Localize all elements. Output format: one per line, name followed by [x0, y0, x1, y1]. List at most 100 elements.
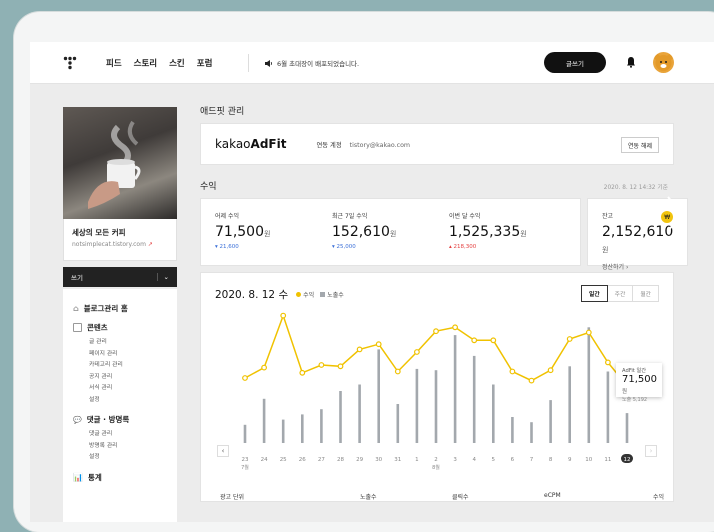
- menu-sub-page[interactable]: 페이지 관리: [73, 349, 167, 361]
- legend-dot-icon: [296, 292, 302, 297]
- menu-sub-content-settings[interactable]: 설정: [73, 395, 167, 407]
- menu-sub-post[interactable]: 글 관리: [73, 337, 167, 349]
- menu-sub-notice[interactable]: 공지 관리: [73, 372, 167, 384]
- revenue-point[interactable]: [261, 364, 267, 371]
- tab-monthly[interactable]: 월간: [632, 285, 659, 302]
- impressions-bar: [453, 335, 457, 443]
- blog-name[interactable]: 세상의 모든 커피: [72, 227, 168, 238]
- impressions-bar: [358, 384, 361, 443]
- revenue-point[interactable]: [318, 362, 325, 368]
- nav-story[interactable]: 스토리: [134, 57, 157, 69]
- tistory-logo[interactable]: [63, 56, 77, 70]
- menu-stats[interactable]: 📊 통계: [73, 472, 167, 483]
- document-icon: [73, 323, 82, 332]
- revenue-point[interactable]: [280, 312, 287, 319]
- bell-icon[interactable]: [626, 56, 636, 68]
- revenue-point[interactable]: [394, 368, 401, 375]
- impressions-bar: [549, 400, 552, 443]
- revenue-point[interactable]: [509, 368, 516, 375]
- x-tick-label: 29: [356, 457, 363, 463]
- menu-sub-comment-settings[interactable]: 설정: [73, 452, 167, 464]
- x-tick-label: 4: [472, 457, 476, 463]
- notice-text: 6월 초대장이 배포되었습니다.: [277, 60, 360, 68]
- notice[interactable]: 6월 초대장이 배포되었습니다.: [265, 58, 359, 68]
- stat-change: ▴ 218,300: [449, 244, 477, 250]
- impressions-bar: [320, 409, 323, 443]
- revenue-point[interactable]: [490, 337, 497, 344]
- menu-content[interactable]: 콘텐츠: [73, 322, 167, 333]
- impressions-bar: [625, 413, 629, 443]
- main-content: 애드핏 관리 kakaoAdFit 연동 계정 tistory@kakao.com…: [200, 104, 689, 502]
- blog-url-text: notsimplecat.tistory.com: [72, 241, 146, 248]
- chart-card: 2020. 8. 12 수 수익 노출수 일간 주간 월간 23 7월 24 25 26…: [200, 272, 674, 502]
- sidebar: 세상의 모든 커피 notsimplecat.tistory.com ↗ 쓰기 …: [63, 107, 179, 522]
- revenue-point[interactable]: [452, 324, 459, 331]
- stat-unit: 원: [520, 230, 527, 238]
- stat-number: 1,525,335: [449, 224, 521, 240]
- bar-chart-icon: 📊: [73, 472, 83, 482]
- tooltip-number: 71,500: [622, 374, 657, 385]
- x-tick-label: 5: [492, 457, 496, 463]
- revenue-point[interactable]: [547, 367, 554, 374]
- x-tick-label: 27: [318, 457, 325, 463]
- impressions-bar: [606, 371, 610, 443]
- revenue-point[interactable]: [433, 328, 439, 335]
- x-tick-label: 7: [530, 457, 534, 463]
- menu-home[interactable]: ⌂ 블로그관리 홈: [73, 303, 167, 314]
- tooltip-unit: 원: [622, 389, 628, 395]
- col-ecpm: eCPM: [544, 492, 561, 499]
- x-month-label: 8월: [432, 464, 440, 471]
- revenue-point[interactable]: [528, 377, 535, 384]
- impressions-bar: [339, 391, 342, 443]
- write-button[interactable]: 글쓰기: [544, 52, 606, 73]
- revenue-point[interactable]: [566, 336, 573, 342]
- tab-weekly[interactable]: 주간: [606, 285, 634, 302]
- settle-link[interactable]: 정산하기 ›: [602, 262, 673, 271]
- nav-divider: [248, 54, 249, 72]
- x-tick-label: 10: [585, 457, 592, 463]
- revenue-point[interactable]: [337, 363, 344, 370]
- stat-number: 152,610: [332, 224, 390, 240]
- impressions-bar: [415, 368, 419, 443]
- x-tick-label: 31: [394, 457, 401, 463]
- revenue-point[interactable]: [299, 369, 306, 376]
- impressions-bar: [396, 404, 400, 443]
- external-link-icon: ↗: [147, 241, 153, 248]
- menu-sub-comment[interactable]: 댓글 관리: [73, 429, 167, 441]
- menu-comments[interactable]: 💬 댓글 · 방명록: [73, 414, 167, 425]
- nav-forum[interactable]: 포럼: [197, 57, 213, 69]
- revenue-point[interactable]: [356, 346, 363, 353]
- menu-sub-category[interactable]: 카테고리 관리: [73, 360, 167, 372]
- revenue-point[interactable]: [413, 349, 420, 355]
- menu-comments-label: 댓글 · 방명록: [86, 415, 130, 424]
- chart-prev-button[interactable]: ‹: [217, 445, 229, 457]
- revenue-date: 2020. 8. 12 14:32 기준: [603, 185, 668, 191]
- chevron-down-icon[interactable]: ⌄: [156, 273, 169, 281]
- nav-feed[interactable]: 피드: [106, 57, 122, 69]
- tooltip-sub: 노출 5,192: [622, 397, 648, 403]
- avatar[interactable]: [653, 52, 674, 73]
- legend-bar-icon: [320, 292, 326, 297]
- unlink-button[interactable]: 연동 해제: [621, 137, 659, 153]
- tab-daily[interactable]: 일간: [580, 285, 608, 302]
- revenue-point[interactable]: [375, 341, 382, 348]
- x-tick-label: 6: [511, 457, 515, 463]
- impressions-bar: [377, 349, 380, 443]
- menu-sub-guestbook[interactable]: 방명록 관리: [73, 441, 167, 453]
- blog-url[interactable]: notsimplecat.tistory.com ↗: [72, 241, 168, 248]
- revenue-point[interactable]: [471, 337, 478, 344]
- x-tick-label: 11: [604, 457, 611, 463]
- impressions-bar: [568, 366, 571, 443]
- col-clicks: 클릭수: [452, 494, 469, 501]
- menu-sub-template[interactable]: 서식 관리: [73, 383, 167, 395]
- chart-tooltip: AdFit 일간 71,500 원 노출 5,192: [616, 363, 662, 403]
- revenue-point[interactable]: [605, 359, 611, 366]
- revenue-point[interactable]: [242, 375, 248, 381]
- nav-skin[interactable]: 스킨: [169, 57, 185, 69]
- write-dropdown[interactable]: 쓰기 ⌄: [63, 267, 177, 287]
- carousel-next-icon[interactable]: [665, 195, 685, 233]
- chart-next-button[interactable]: ›: [645, 445, 657, 457]
- impressions-bar: [243, 424, 247, 443]
- revenue-point[interactable]: [585, 329, 592, 336]
- stat-week: 최근 7일 수익 152,610원 ▾ 25,000: [332, 211, 449, 253]
